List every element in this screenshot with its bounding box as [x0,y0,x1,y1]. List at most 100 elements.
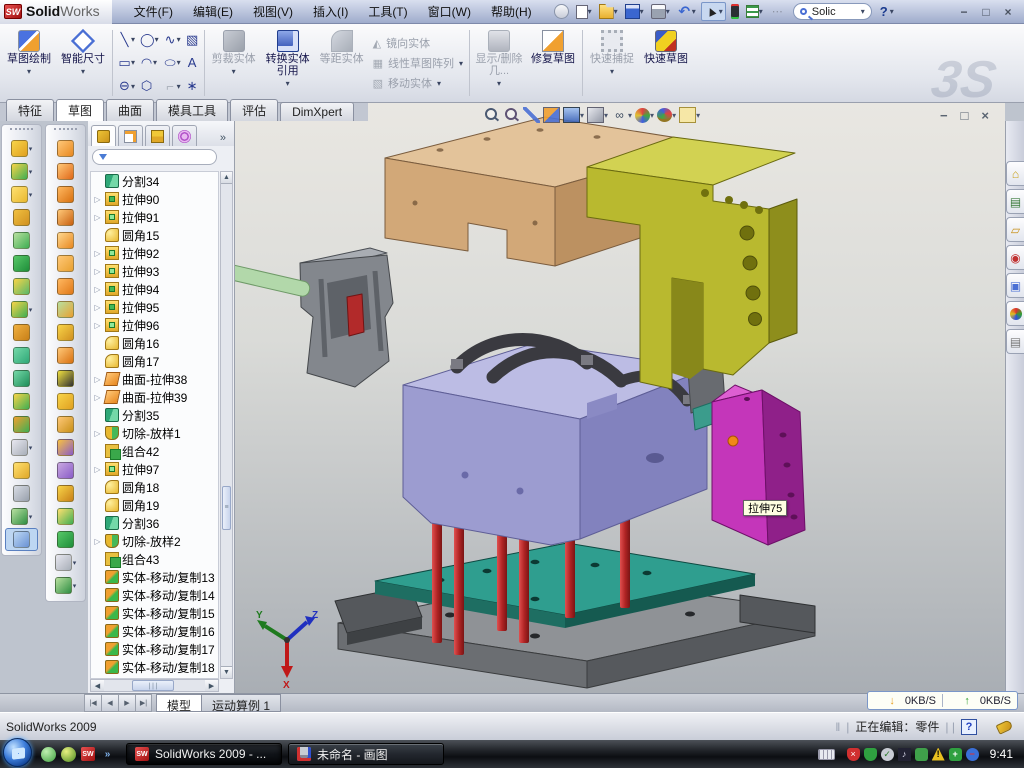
knit-surface-button[interactable] [47,482,84,505]
tree-item[interactable]: ▷拉伸90 [91,190,218,208]
motion-study-tab[interactable]: 运动算例 1 [202,694,281,712]
split-button[interactable] [3,344,40,367]
featuremanager-tree-tab[interactable] [91,125,116,146]
swept-surface-button[interactable] [47,137,84,160]
tree-item[interactable]: 实体-移动/复制15 [91,604,218,622]
expand-arrow-icon[interactable]: ▷ [93,303,102,312]
edit-appearance-button[interactable]: ▾ [635,108,654,123]
toolbar-drag-handle[interactable] [10,128,33,133]
tree-item[interactable]: ▷切除-放样1 [91,424,218,442]
tree-item[interactable]: 实体-移动/复制16 [91,622,218,640]
tray-protection-shield-icon[interactable] [864,748,877,761]
step-forward-button[interactable]: ▶ [118,694,135,712]
helix-spiral-button[interactable]: ▾ [47,574,84,597]
start-button[interactable] [3,738,32,767]
untrim-surface-button[interactable] [47,413,84,436]
quick-launch-solidworks-icon[interactable]: SW [81,747,95,761]
tray-antivirus-shield-icon[interactable]: × [847,748,860,761]
offset-surface-button[interactable] [47,321,84,344]
spline-tool[interactable]: ∿▾ [163,28,182,51]
thicken-button[interactable] [47,528,84,551]
quick-launch-messenger-icon[interactable] [41,747,56,762]
shell-button[interactable] [3,252,40,275]
view-settings-button[interactable]: ▾ [679,107,700,123]
tree-item[interactable]: ▷拉伸96 [91,316,218,334]
scroll-up-button[interactable]: ▲ [221,172,232,184]
pin-toolbar-icon[interactable] [552,3,571,20]
tray-keyboard-icon[interactable] [818,749,835,760]
file-menu[interactable]: 文件(F) [124,0,183,24]
previous-view-button[interactable] [523,107,540,123]
taskbar-paint-button[interactable]: 未命名 - 画图 [288,743,444,765]
tree-item[interactable]: ▷拉伸91 [91,208,218,226]
search-input[interactable] [810,5,858,19]
quick-tips-button[interactable]: ? [961,719,977,735]
zoom-to-fit-button[interactable] [483,107,500,123]
rapid-sketch-button[interactable]: 快速草图 [639,26,693,100]
new-document-button[interactable]: ▾ [574,4,594,20]
edit-menu[interactable]: 编辑(E) [183,0,243,24]
move-copy-body-button[interactable] [3,413,40,436]
tree-item[interactable]: 圆角17 [91,352,218,370]
line-tool[interactable]: ╲▾ [117,28,136,51]
planar-surface-button[interactable] [47,252,84,275]
tray-network-icon[interactable] [915,748,928,761]
dimxpertmanager-tab[interactable] [172,125,197,146]
tray-volume-icon[interactable]: ♪ [898,748,911,761]
quick-launch-ball-icon[interactable] [61,747,76,762]
hole-wizard-button[interactable] [3,275,40,298]
expand-arrow-icon[interactable]: ▷ [93,375,102,384]
repair-sketch-button[interactable]: 修复草图 [526,26,580,100]
configurationmanager-tab[interactable] [145,125,170,146]
tree-item[interactable]: ▷曲面-拉伸38 [91,370,218,388]
tree-item[interactable]: 实体-移动/复制17 [91,640,218,658]
expand-arrow-icon[interactable]: ▷ [93,465,102,474]
instant3d-button[interactable] [5,528,38,551]
sketch-button[interactable]: 草图绘制▾ [2,26,56,100]
tree-item[interactable]: ▷拉伸97 [91,460,218,478]
toolbar-overflow-icon[interactable]: ⋯ [768,3,787,20]
panel-expand-chevron[interactable]: » [215,132,231,146]
tools-menu[interactable]: 工具(T) [358,0,417,24]
extruded-boss-button[interactable]: ▾ [3,137,40,160]
tree-item[interactable]: 组合43 [91,550,218,568]
expand-arrow-icon[interactable]: ▷ [93,321,102,330]
replace-face-button[interactable] [47,390,84,413]
scroll-down-button[interactable]: ▼ [221,666,232,678]
zoom-to-area-button[interactable] [503,107,520,123]
arc-tool[interactable]: ◠▾ [139,51,160,74]
tree-item[interactable]: 实体-移动/复制14 [91,586,218,604]
point-tool[interactable]: ∗ [185,75,200,98]
tree-item[interactable]: 分割36 [91,514,218,532]
scroll-left-button[interactable]: ◀ [91,680,104,691]
taskbar-clock[interactable]: 9:41 [990,747,1013,761]
tree-item[interactable]: 圆角19 [91,496,218,514]
rib-button[interactable] [3,321,40,344]
section-view-button[interactable] [543,107,560,123]
lofted-surface-button[interactable] [47,229,84,252]
reference-plane-button[interactable] [3,459,40,482]
quick-launch-overflow-chevron[interactable]: » [100,747,115,762]
tree-item[interactable]: 圆角15 [91,226,218,244]
tray-warning-icon[interactable]: ! [932,748,945,761]
model-cavity-insert-gray[interactable] [300,248,393,387]
jump-to-start-button[interactable]: |◀ [84,694,101,712]
boundary-surface-button[interactable] [47,206,84,229]
combine-button[interactable] [3,390,40,413]
intersect-button[interactable] [3,367,40,390]
print-button[interactable]: ▾ [649,3,672,20]
expand-arrow-icon[interactable]: ▷ [93,213,102,222]
doc-restore-button[interactable]: □ [961,108,969,123]
toolbar-drag-handle[interactable] [54,128,77,133]
tree-item[interactable]: ▷拉伸95 [91,298,218,316]
tag-icon[interactable] [996,719,1014,734]
fillet-surface-button[interactable] [47,505,84,528]
delete-face-button[interactable] [47,367,84,390]
tab-mold-tools[interactable]: 模具工具 [156,99,228,121]
help-dropdown-icon[interactable]: ▾ [890,7,894,16]
design-library-tab[interactable]: ▤ [1006,189,1024,214]
smart-dimension-button[interactable]: 智能尺寸▾ [56,26,110,100]
expand-arrow-icon[interactable]: ▷ [93,393,102,402]
model-clamp-yellow[interactable] [587,137,797,389]
taskbar-solidworks-button[interactable]: SWSolidWorks 2009 - ... [126,743,282,765]
